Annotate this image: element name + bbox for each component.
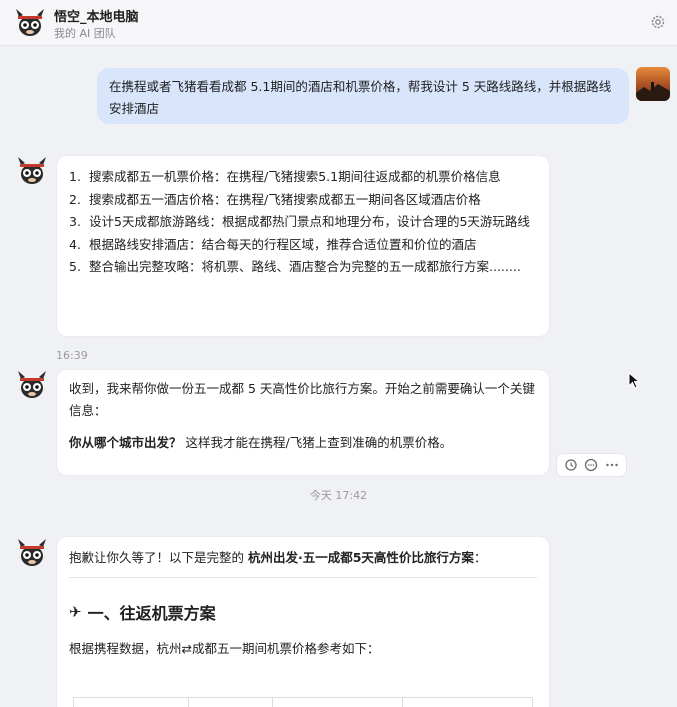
retry-icon[interactable] [563, 457, 579, 473]
user-avatar[interactable] [636, 67, 670, 101]
question-text: 你从哪个城市出发？ 这样我才能在携程/飞猪上查到准确的机票价格。 [69, 432, 537, 454]
plan-list: 1. 搜索成都五一机票价格：在携程/飞猪搜索5.1期间往返成都的机票价格信息 2.… [69, 166, 537, 279]
list-item: 4. 根据路线安排酒店：结合每天的行程区域，推荐合适位置和价位的酒店 [69, 236, 477, 252]
bot-avatar [18, 157, 46, 184]
intro-colon: ： [473, 550, 487, 565]
list-item: 5. 整合输出完整攻略：将机票、路线、酒店整合为完整的五一成都旅行方案......… [69, 259, 521, 274]
intro-text: 抱歉让你久等了！以下是完整的 [69, 550, 248, 565]
mouse-cursor-icon [628, 372, 640, 389]
section-paragraph: 根据携程数据，杭州⇄成都五一期间机票价格参考如下： [69, 641, 380, 656]
chat-subtitle: 我的 AI 团队 [54, 27, 116, 40]
list-item: 3. 设计5天成都旅游路线：根据成都热门景点和地理分布，设计合理的5天游玩路线 [69, 214, 530, 229]
divider [69, 577, 537, 578]
question-message-card: 收到，我来帮你做一份五一成都 5 天高性价比旅行方案。开始之前需要确认一个关键信… [57, 370, 549, 475]
bot-avatar [18, 371, 46, 398]
gear-icon[interactable] [650, 14, 666, 30]
section-heading: ✈ 一、往返机票方案 [69, 600, 537, 624]
airplane-icon: ✈ [69, 603, 82, 621]
section-title: 一、往返机票方案 [87, 604, 216, 623]
bot-avatar [18, 539, 46, 566]
message-actions [557, 454, 626, 476]
date-divider: 今天 17:42 [309, 489, 368, 502]
result-message-card: 抱歉让你久等了！以下是完整的 杭州出发·五一成都5天高性价比旅行方案： ✈ 一、… [57, 537, 549, 707]
reply-text: 收到，我来帮你做一份五一成都 5 天高性价比旅行方案。开始之前需要确认一个关键信… [69, 381, 535, 418]
question-rest: 这样我才能在携程/飞猪上查到准确的机票价格。 [185, 435, 453, 450]
user-message-bubble: 在携程或者飞猪看看成都 5.1期间的酒店和机票价格，帮我设计 5 天路线路线，并… [97, 68, 629, 124]
chat-header: 悟空_本地电脑 我的 AI 团队 [0, 0, 677, 46]
comment-icon[interactable] [583, 457, 599, 473]
more-icon[interactable] [604, 457, 620, 473]
question-bold: 你从哪个城市出发？ [69, 435, 182, 450]
list-item: 2. 搜索成都五一酒店价格：在携程/飞猪搜索成都五一期间各区域酒店价格 [69, 191, 481, 207]
result-intro: 抱歉让你久等了！以下是完整的 杭州出发·五一成都5天高性价比旅行方案： [69, 547, 537, 569]
chat-title: 悟空_本地电脑 [54, 10, 139, 25]
intro-bold: 杭州出发·五一成都5天高性价比旅行方案 [247, 550, 474, 565]
message-timestamp: 16:39 [56, 349, 88, 362]
flight-price-table [73, 697, 533, 707]
list-item: 1. 搜索成都五一机票价格：在携程/飞猪搜索5.1期间往返成都的机票价格信息 [69, 169, 501, 184]
plan-message-card: 1. 搜索成都五一机票价格：在携程/飞猪搜索5.1期间往返成都的机票价格信息 2.… [57, 156, 549, 336]
wukong-avatar-icon[interactable] [13, 5, 47, 39]
